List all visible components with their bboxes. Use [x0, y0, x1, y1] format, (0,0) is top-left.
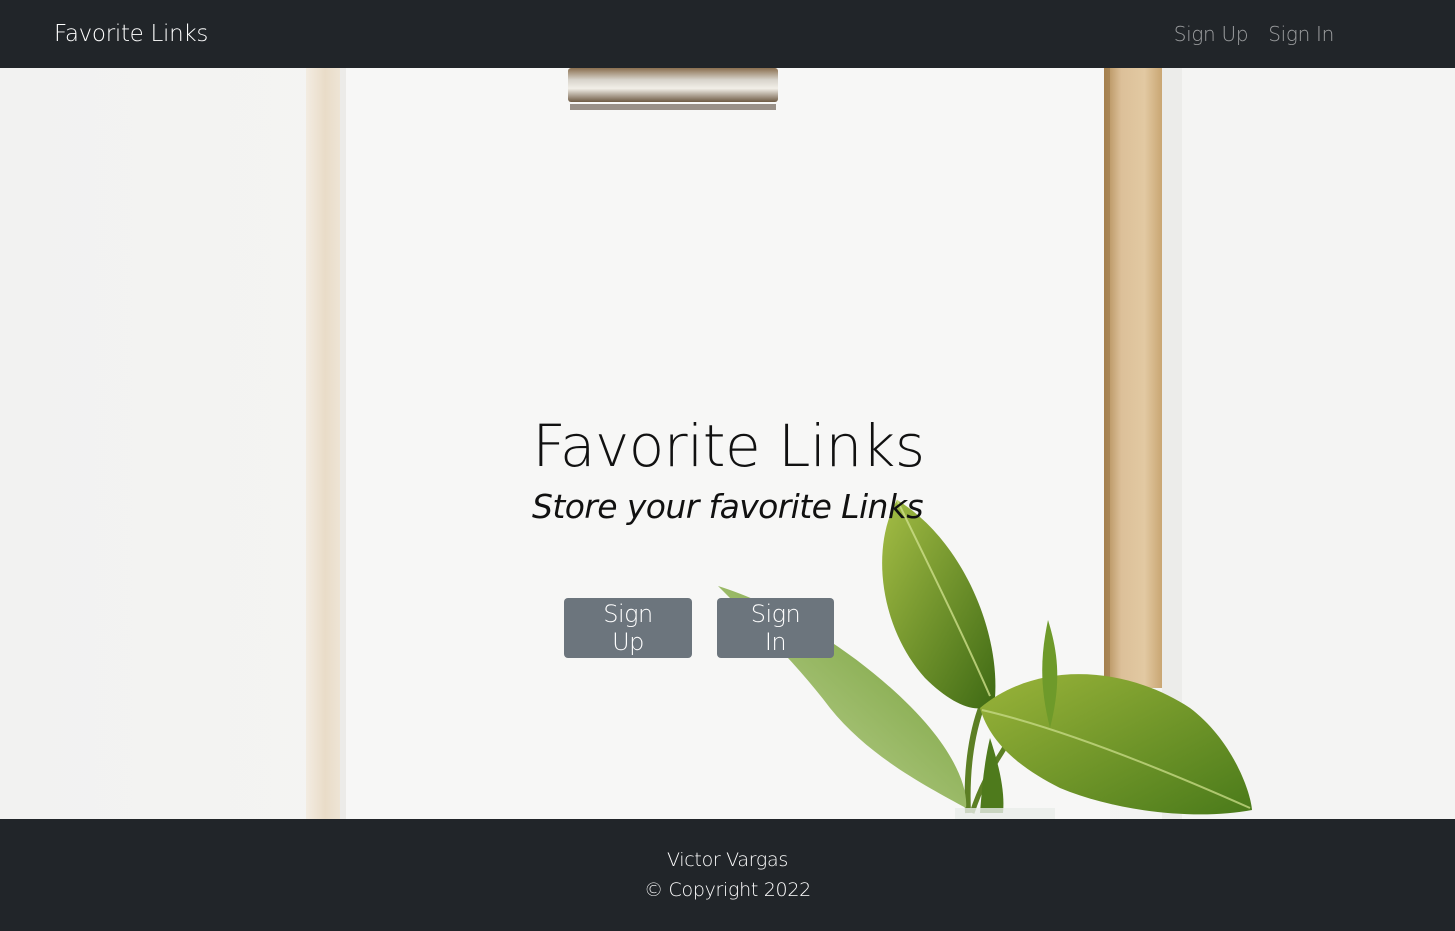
footer-author: Victor Vargas — [667, 849, 788, 871]
navbar-links: Sign Up Sign In — [1174, 22, 1335, 46]
hero-content: Favorite Links Store your favorite Links… — [0, 68, 1455, 819]
footer-copyright: © Copyright 2022 — [644, 879, 811, 901]
nav-signin-link[interactable]: Sign In — [1268, 22, 1334, 46]
nav-signup-link[interactable]: Sign Up — [1174, 22, 1249, 46]
signup-button[interactable]: Sign Up — [564, 598, 692, 658]
signin-button[interactable]: Sign In — [717, 598, 834, 658]
navbar-brand[interactable]: Favorite Links — [54, 21, 208, 47]
hero-button-row: Sign Up Sign In — [564, 598, 834, 658]
top-navbar: Favorite Links Sign Up Sign In — [0, 0, 1455, 68]
hero-title: Favorite Links — [532, 412, 925, 480]
footer: Victor Vargas © Copyright 2022 — [0, 819, 1455, 931]
hero-section: Favorite Links Store your favorite Links… — [0, 68, 1455, 819]
hero-tagline: Store your favorite Links — [532, 487, 924, 526]
